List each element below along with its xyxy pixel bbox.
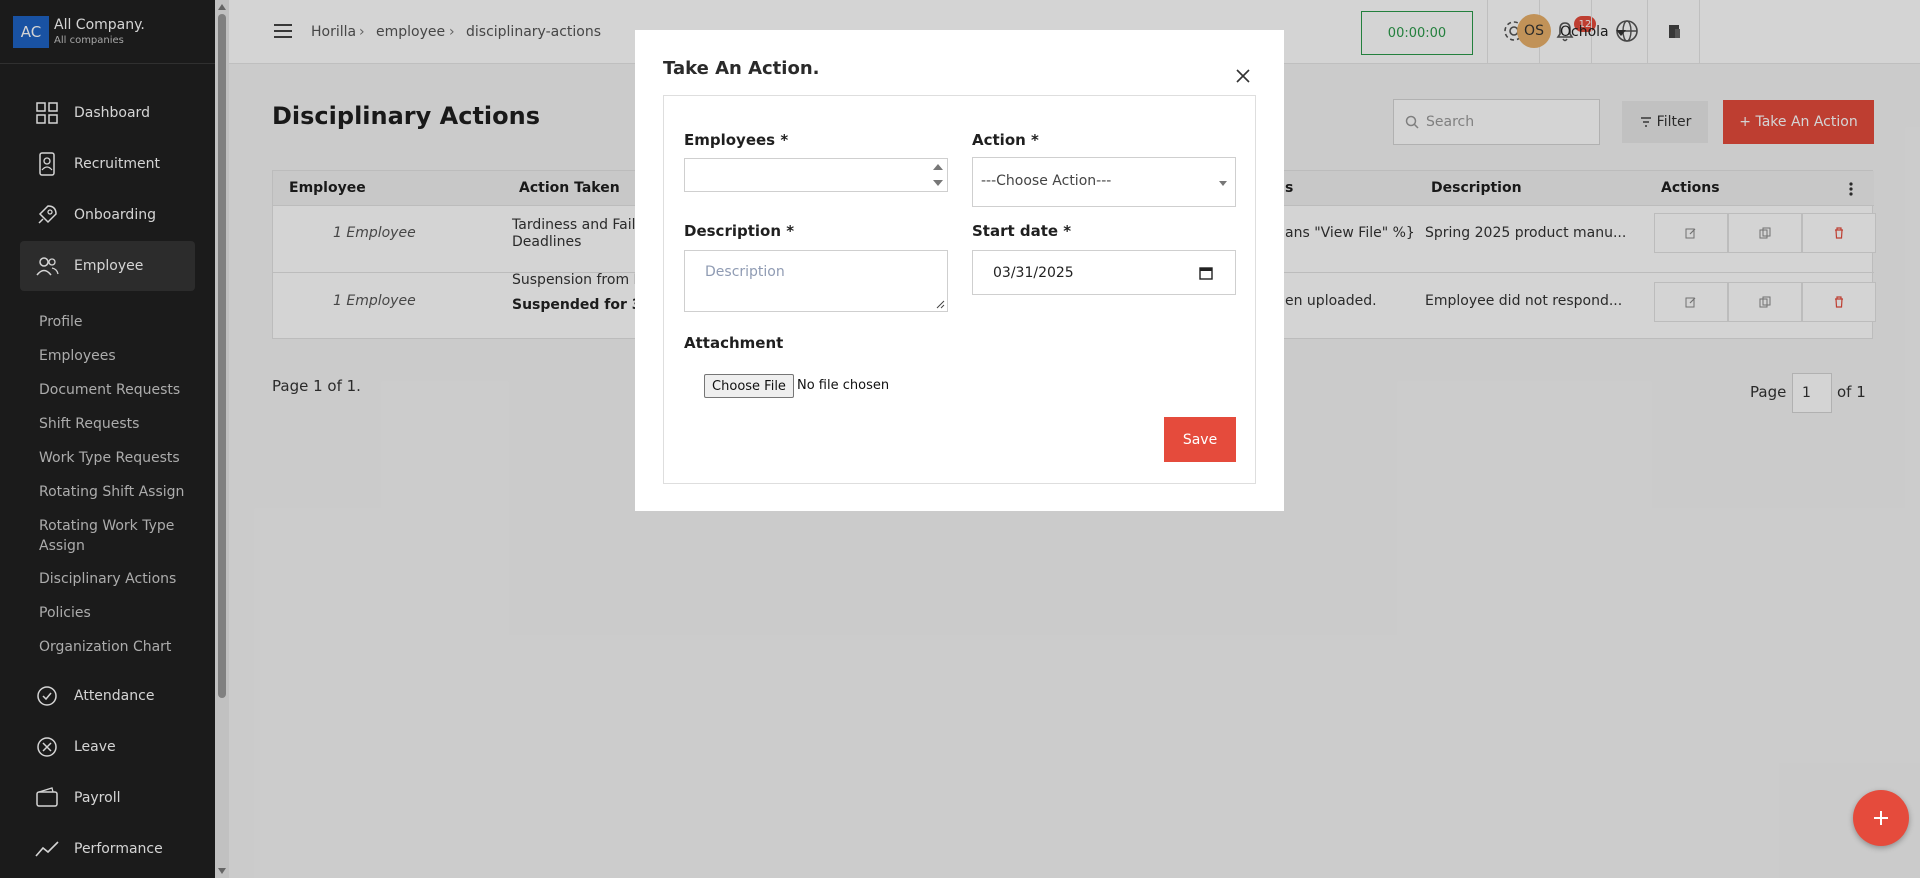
calendar-icon[interactable]: [1199, 266, 1213, 280]
start-date-value: 03/31/2025: [993, 265, 1074, 281]
description-placeholder: Description: [705, 264, 785, 280]
close-icon[interactable]: [1233, 66, 1253, 86]
employees-select[interactable]: [684, 158, 948, 192]
action-select-value: ---Choose Action---: [981, 173, 1112, 189]
file-status: No file chosen: [797, 378, 890, 393]
spin-down-icon[interactable]: [933, 180, 943, 186]
employees-label: Employees *: [684, 131, 789, 149]
plus-icon: [1874, 811, 1888, 825]
description-textarea[interactable]: Description: [684, 250, 948, 312]
resize-handle-icon[interactable]: [935, 299, 945, 309]
start-date-label: Start date *: [972, 222, 1072, 240]
modal-title: Take An Action.: [663, 58, 820, 79]
spin-up-icon[interactable]: [933, 164, 943, 170]
action-label: Action *: [972, 131, 1039, 149]
save-button[interactable]: Save: [1164, 417, 1236, 462]
add-fab-button[interactable]: [1853, 790, 1909, 846]
action-select[interactable]: ---Choose Action---: [972, 157, 1236, 207]
choose-file-button[interactable]: Choose File: [704, 374, 794, 398]
attachment-label: Attachment: [684, 334, 784, 352]
description-label: Description *: [684, 222, 795, 240]
start-date-input[interactable]: 03/31/2025: [972, 250, 1236, 295]
chevron-down-icon: [1219, 181, 1227, 186]
